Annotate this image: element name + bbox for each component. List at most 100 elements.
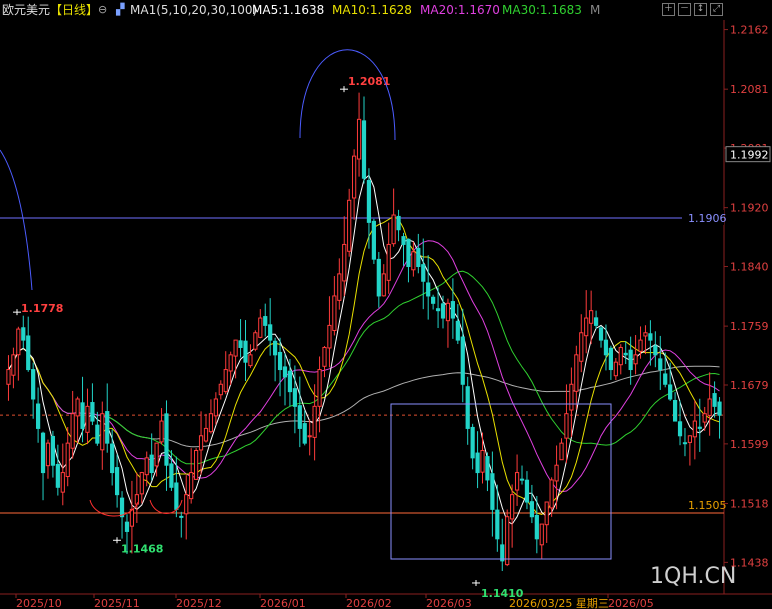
candle-body <box>366 180 372 223</box>
candle-body <box>455 320 460 341</box>
candle-body <box>440 303 446 319</box>
candle-body <box>124 521 130 532</box>
candle-body <box>361 120 367 179</box>
candle-body <box>317 369 322 407</box>
candle-body <box>159 420 164 443</box>
candle-body <box>149 454 154 474</box>
watermark: 1QH.CN <box>650 564 736 589</box>
candle-body <box>277 351 283 371</box>
candle-body <box>569 383 574 411</box>
candle-body <box>233 339 238 357</box>
resistance-label: 1.1906 <box>688 212 727 225</box>
candle-body <box>623 352 628 356</box>
candle-body <box>110 443 115 474</box>
candle-body <box>287 370 293 393</box>
candle-body <box>282 366 288 378</box>
y-tick-label: 1.1518 <box>730 497 769 510</box>
candle-body <box>421 264 426 282</box>
candle-body <box>95 424 100 444</box>
candle-body <box>6 369 11 385</box>
candle-body <box>50 435 56 466</box>
candle-body <box>164 413 169 466</box>
candle-body <box>682 442 688 445</box>
candle-body <box>529 501 534 518</box>
candle-body <box>292 388 297 407</box>
candle-body <box>445 302 451 322</box>
left-arc <box>0 149 33 291</box>
candle-body <box>613 361 618 377</box>
candle-body <box>658 358 663 371</box>
candle-body <box>564 413 569 439</box>
candle-body <box>75 398 80 417</box>
candle-body <box>356 118 362 160</box>
candle-body <box>544 501 549 526</box>
candle-body <box>268 324 273 341</box>
candle-body <box>70 413 75 449</box>
high-label: 1.2081 <box>348 75 390 88</box>
left-high-label: 1.1778 <box>21 302 63 315</box>
cursor-date-label: 2026/03/25 星期三 <box>509 597 609 609</box>
candle-body <box>712 393 717 407</box>
candlestick-chart[interactable]: 1.21621.20811.20011.19201.18401.17591.16… <box>0 0 772 609</box>
candle-body <box>85 405 90 433</box>
candle-body <box>608 347 614 371</box>
candle-body <box>524 479 530 503</box>
candle-body <box>500 544 505 562</box>
candle-body <box>460 336 465 385</box>
candle-body <box>677 421 683 437</box>
candle-body <box>450 301 455 319</box>
candle-body <box>376 258 381 297</box>
candle-body <box>549 479 554 509</box>
candle-body <box>396 215 401 231</box>
nov-low-label: 1.1468 <box>121 542 163 555</box>
candle-body <box>539 523 544 546</box>
candle-body <box>618 346 623 366</box>
candle-body <box>514 472 520 491</box>
candle-body <box>593 317 599 326</box>
candle-body <box>628 349 633 371</box>
candle-body <box>391 214 396 245</box>
candle-body <box>40 432 46 474</box>
candle-body <box>579 332 584 362</box>
candle-body <box>179 515 184 518</box>
candle-body <box>692 420 697 438</box>
y-tick-label: 1.1759 <box>730 320 769 333</box>
y-tick-label: 1.2081 <box>730 83 769 96</box>
candle-body <box>80 402 85 429</box>
candle-body <box>223 369 228 393</box>
candle-body <box>263 316 268 326</box>
candle-body <box>322 346 327 367</box>
x-tick-label: 2025/10 <box>16 597 62 609</box>
candle-body <box>332 295 337 331</box>
candle-body <box>411 251 416 271</box>
candle-body <box>194 450 199 480</box>
candle-body <box>598 327 604 341</box>
mar-low-label: 1.1410 <box>481 587 524 600</box>
candle-body <box>584 317 589 337</box>
candle-body <box>203 427 209 442</box>
top-arc <box>299 49 396 141</box>
candle-body <box>154 442 159 467</box>
candle-body <box>60 472 65 493</box>
candle-body <box>426 282 431 297</box>
candle-body <box>554 464 559 482</box>
candle-body <box>238 340 243 348</box>
candle-body <box>45 442 51 467</box>
candle-body <box>371 220 376 260</box>
last-price-label: 1.1992 <box>730 149 769 162</box>
candle-body <box>559 442 564 461</box>
candle-body <box>26 335 31 371</box>
x-tick-label: 2025/11 <box>94 597 140 609</box>
candle-body <box>401 236 406 245</box>
candle-body <box>589 310 594 324</box>
candle-body <box>213 398 218 417</box>
candle-body <box>228 354 233 372</box>
candle-body <box>672 399 678 422</box>
candle-body <box>144 457 149 476</box>
candle-body <box>505 516 510 566</box>
consolidation-box <box>390 403 612 560</box>
x-tick-label: 2025/12 <box>176 597 222 609</box>
chart-window: 欧元美元 【日线】 ⊖ ▞ MA1(5,10,20,30,100) MA5:1.… <box>0 0 772 609</box>
candle-body <box>258 317 263 338</box>
candle-body <box>307 435 312 438</box>
